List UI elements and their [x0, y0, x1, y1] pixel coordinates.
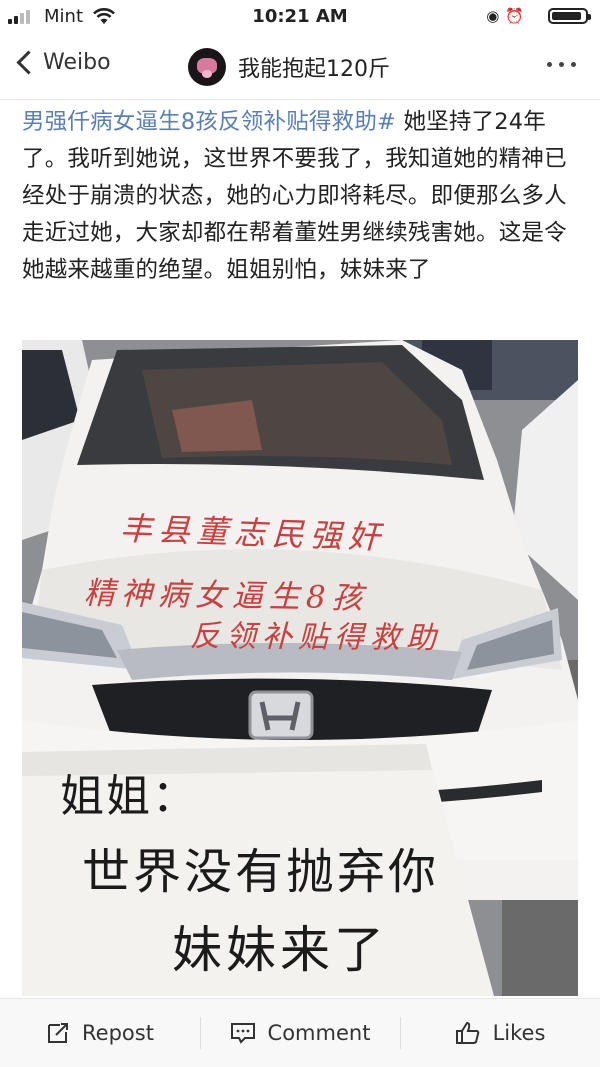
likes-label: Likes: [492, 1021, 546, 1045]
topic-link[interactable]: 男强仟病女逼生8孩反领补贴得救助#: [22, 109, 396, 135]
repost-label: Repost: [82, 1021, 154, 1045]
nav-bar: Weibo 我能抱起120斤: [0, 34, 600, 100]
more-dots-icon: [547, 62, 552, 67]
repost-icon: [48, 1023, 69, 1043]
comment-icon: [230, 1023, 255, 1044]
hood-text-line-2: 精神病女逼生8孩: [83, 575, 369, 617]
hood-text-line-3: 反领补贴得救助: [189, 618, 443, 657]
alarm-icon: ⏰: [505, 7, 524, 25]
status-bar: Mint 10:21 AM ◉ ⏰: [0, 0, 600, 34]
note-text-line-2: 世界没有抛弃你: [82, 844, 440, 900]
note-text-line-1: 姐姐：: [60, 771, 198, 822]
post-body: 她坚持了24年了。我听到她说，这世界不要我了，我知道她的精神已经处于崩溃的状态，…: [22, 109, 567, 283]
back-button[interactable]: Weibo: [14, 50, 111, 75]
battery-icon: [548, 8, 591, 24]
lock-rotation-icon: ◉: [486, 7, 500, 25]
profile-header[interactable]: 我能抱起120斤: [188, 48, 390, 86]
chevron-left-icon: [16, 50, 41, 75]
repost-button[interactable]: Repost: [0, 999, 200, 1067]
post-photo[interactable]: 丰县董志民强奸 精神病女逼生8孩 反领补贴得救助 姐姐： 世界没有抛弃你 妹妹来…: [22, 340, 578, 996]
back-label: Weibo: [43, 50, 111, 75]
likes-button[interactable]: Likes: [400, 999, 600, 1067]
post-text: 男强仟病女逼生8孩反领补贴得救助# 她坚持了24年了。我听到她说，这世界不要我了…: [22, 104, 578, 289]
comment-label: Comment: [267, 1021, 371, 1045]
comment-button[interactable]: Comment: [200, 999, 400, 1067]
action-bar: Repost Comment Likes: [0, 998, 600, 1067]
thumbs-up-icon: [455, 1021, 479, 1044]
user-name[interactable]: 我能抱起120斤: [238, 51, 390, 83]
more-button[interactable]: [547, 62, 576, 67]
hood-text-line-1: 丰县董志民强奸: [119, 509, 387, 557]
avatar[interactable]: [188, 48, 226, 86]
note-text-line-3: 妹妹来了: [172, 921, 388, 979]
